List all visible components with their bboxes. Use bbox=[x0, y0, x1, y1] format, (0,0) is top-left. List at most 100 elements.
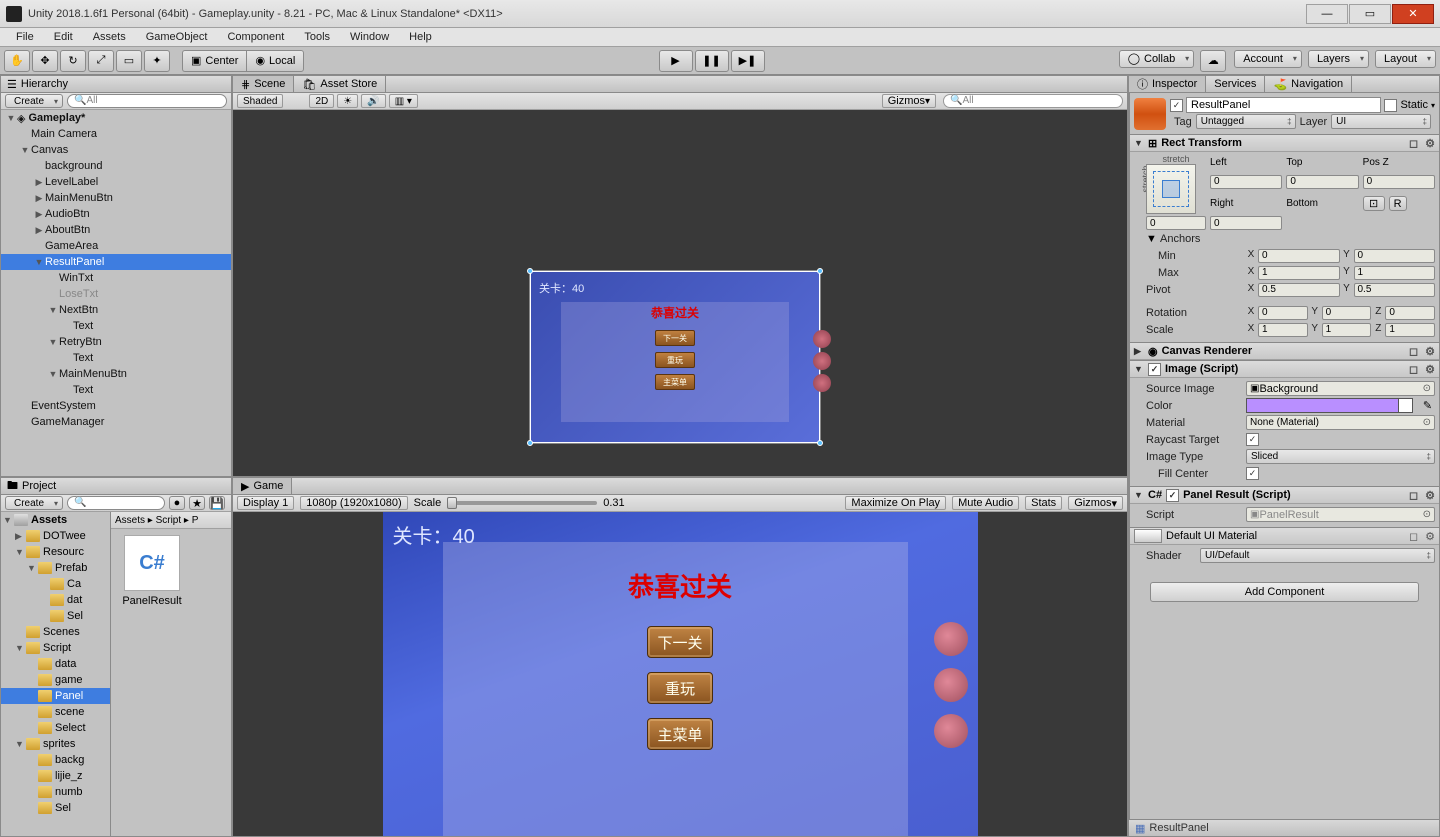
project-tree-item[interactable]: Sel bbox=[1, 800, 110, 816]
menu-assets[interactable]: Assets bbox=[83, 29, 136, 45]
shaded-dropdown[interactable]: Shaded bbox=[237, 94, 283, 108]
resolution-dropdown[interactable]: 1080p (1920x1080) bbox=[300, 496, 407, 510]
light-toggle[interactable]: ☀ bbox=[337, 94, 358, 108]
default-material-header[interactable]: Default UI Material ◻⚙ bbox=[1130, 528, 1439, 545]
cloud-button[interactable]: ☁ bbox=[1200, 50, 1226, 72]
anchor-min-y[interactable]: 0 bbox=[1354, 249, 1436, 263]
display-dropdown[interactable]: Display 1 bbox=[237, 496, 294, 510]
active-checkbox[interactable]: ✓ bbox=[1170, 99, 1183, 112]
project-tree-item[interactable]: backg bbox=[1, 752, 110, 768]
anchor-preset[interactable] bbox=[1146, 164, 1196, 214]
anchor-min-x[interactable]: 0 bbox=[1258, 249, 1340, 263]
transform-tool[interactable]: ✦ bbox=[144, 50, 170, 72]
static-checkbox[interactable] bbox=[1384, 99, 1397, 112]
raw-edit-mode[interactable]: R bbox=[1389, 196, 1407, 211]
maximize-toggle[interactable]: Maximize On Play bbox=[845, 496, 946, 510]
menu-window[interactable]: Window bbox=[340, 29, 399, 45]
project-search[interactable]: 🔍 bbox=[67, 496, 165, 510]
handle-br[interactable] bbox=[817, 440, 823, 446]
rect-top[interactable]: 0 bbox=[1286, 175, 1358, 189]
rect-left[interactable]: 0 bbox=[1210, 175, 1282, 189]
save-search-icon[interactable]: 💾 bbox=[209, 496, 225, 510]
menu-edit[interactable]: Edit bbox=[44, 29, 83, 45]
step-button[interactable]: ▶❚ bbox=[731, 50, 765, 72]
hierarchy-item[interactable]: LoseTxt bbox=[1, 286, 231, 302]
hierarchy-item[interactable]: Text bbox=[1, 382, 231, 398]
rect-bottom[interactable]: 0 bbox=[1210, 216, 1282, 230]
menu-gameobject[interactable]: GameObject bbox=[136, 29, 218, 45]
handle-tr[interactable] bbox=[817, 268, 823, 274]
hierarchy-item[interactable]: ▼Canvas bbox=[1, 142, 231, 158]
handle-bl[interactable] bbox=[527, 440, 533, 446]
hierarchy-scene-root[interactable]: ▼◈Gameplay* bbox=[1, 110, 231, 126]
play-button[interactable]: ▶ bbox=[659, 50, 693, 72]
image-type[interactable]: Sliced bbox=[1246, 449, 1435, 464]
rect-posz[interactable]: 0 bbox=[1363, 175, 1435, 189]
asset-panelresult[interactable]: C# PanelResult bbox=[117, 535, 187, 607]
filter-icon[interactable]: ● bbox=[169, 496, 185, 510]
hierarchy-item[interactable]: GameArea bbox=[1, 238, 231, 254]
rot-y[interactable]: 0 bbox=[1322, 306, 1372, 320]
menu-help[interactable]: Help bbox=[399, 29, 442, 45]
scene-view[interactable]: 关卡：40 恭喜过关 下一关 重玩 主菜单 bbox=[233, 110, 1127, 476]
hierarchy-item[interactable]: Main Camera bbox=[1, 126, 231, 142]
pivot-local[interactable]: ◉ Local bbox=[246, 50, 304, 72]
source-image[interactable]: ▣ Background bbox=[1246, 381, 1435, 396]
panelresult-header[interactable]: ▼C#✓ Panel Result (Script) ◻⚙ bbox=[1130, 487, 1439, 504]
breadcrumb[interactable]: Assets ▸ Script ▸ P bbox=[111, 512, 231, 529]
project-tree-item[interactable]: ▼Script bbox=[1, 640, 110, 656]
scale-x[interactable]: 1 bbox=[1258, 323, 1308, 337]
scale-y[interactable]: 1 bbox=[1322, 323, 1372, 337]
rect-transform-header[interactable]: ▼⊞ Rect Transform ◻ ⚙ bbox=[1130, 135, 1439, 152]
inspector-tab[interactable]: ⓘInspector bbox=[1129, 76, 1206, 92]
hierarchy-item[interactable]: ▼RetryBtn bbox=[1, 334, 231, 350]
add-component-button[interactable]: Add Component bbox=[1150, 582, 1419, 602]
image-enabled[interactable]: ✓ bbox=[1148, 363, 1161, 376]
asset-store-tab[interactable]: 🛍Asset Store bbox=[294, 76, 386, 92]
material-field[interactable]: None (Material) bbox=[1246, 415, 1435, 430]
layer-dropdown[interactable]: UI bbox=[1331, 114, 1431, 129]
pivot-center[interactable]: ▣ Center bbox=[182, 50, 246, 72]
project-tree-item[interactable]: ▶DOTwee bbox=[1, 528, 110, 544]
project-tree-item[interactable]: Ca bbox=[1, 576, 110, 592]
pivot-y[interactable]: 0.5 bbox=[1354, 283, 1436, 297]
project-tree-item[interactable]: scene bbox=[1, 704, 110, 720]
hierarchy-item[interactable]: WinTxt bbox=[1, 270, 231, 286]
hierarchy-item[interactable]: ▶MainMenuBtn bbox=[1, 190, 231, 206]
anchor-max-y[interactable]: 1 bbox=[1354, 266, 1436, 280]
selection-rect[interactable]: 关卡：40 恭喜过关 下一关 重玩 主菜单 bbox=[530, 271, 820, 443]
game-gizmos[interactable]: Gizmos ▾ bbox=[1068, 496, 1123, 510]
gameobject-name[interactable]: ResultPanel bbox=[1186, 97, 1381, 113]
side-btn-1[interactable] bbox=[934, 622, 968, 656]
account-dropdown[interactable]: Account bbox=[1234, 50, 1302, 68]
layout-dropdown[interactable]: Layout bbox=[1375, 50, 1436, 68]
move-tool[interactable]: ✥ bbox=[32, 50, 58, 72]
fx-toggle[interactable]: ▥ ▾ bbox=[389, 94, 418, 108]
menu-tools[interactable]: Tools bbox=[294, 29, 340, 45]
side-btn-3[interactable] bbox=[934, 714, 968, 748]
project-tab[interactable]: 🖿 Project bbox=[1, 478, 231, 495]
rect-tool[interactable]: ▭ bbox=[116, 50, 142, 72]
tag-dropdown[interactable]: Untagged bbox=[1196, 114, 1296, 129]
side-btn-2[interactable] bbox=[934, 668, 968, 702]
project-tree-item[interactable]: lijie_z bbox=[1, 768, 110, 784]
hierarchy-item[interactable]: background bbox=[1, 158, 231, 174]
project-tree-item[interactable]: ▼Prefab bbox=[1, 560, 110, 576]
hierarchy-tab[interactable]: ☰ Hierarchy bbox=[1, 76, 231, 93]
rect-right[interactable]: 0 bbox=[1146, 216, 1206, 230]
blueprint-mode[interactable]: ⊡ bbox=[1363, 196, 1385, 211]
anchor-max-x[interactable]: 1 bbox=[1258, 266, 1340, 280]
project-tree-item[interactable]: Sel bbox=[1, 608, 110, 624]
project-tree-item[interactable]: Scenes bbox=[1, 624, 110, 640]
hierarchy-item[interactable]: Text bbox=[1, 350, 231, 366]
raycast-target[interactable]: ✓ bbox=[1246, 433, 1259, 446]
audio-toggle[interactable]: 🔊 bbox=[361, 94, 385, 108]
hierarchy-item[interactable]: GameManager bbox=[1, 414, 231, 430]
hand-tool[interactable]: ✋ bbox=[4, 50, 30, 72]
scale-z[interactable]: 1 bbox=[1385, 323, 1435, 337]
project-tree-item[interactable]: game bbox=[1, 672, 110, 688]
scale-slider[interactable] bbox=[447, 501, 597, 505]
pivot-x[interactable]: 0.5 bbox=[1258, 283, 1340, 297]
project-tree-item[interactable]: ▼Resourc bbox=[1, 544, 110, 560]
project-create[interactable]: Create bbox=[5, 496, 63, 510]
